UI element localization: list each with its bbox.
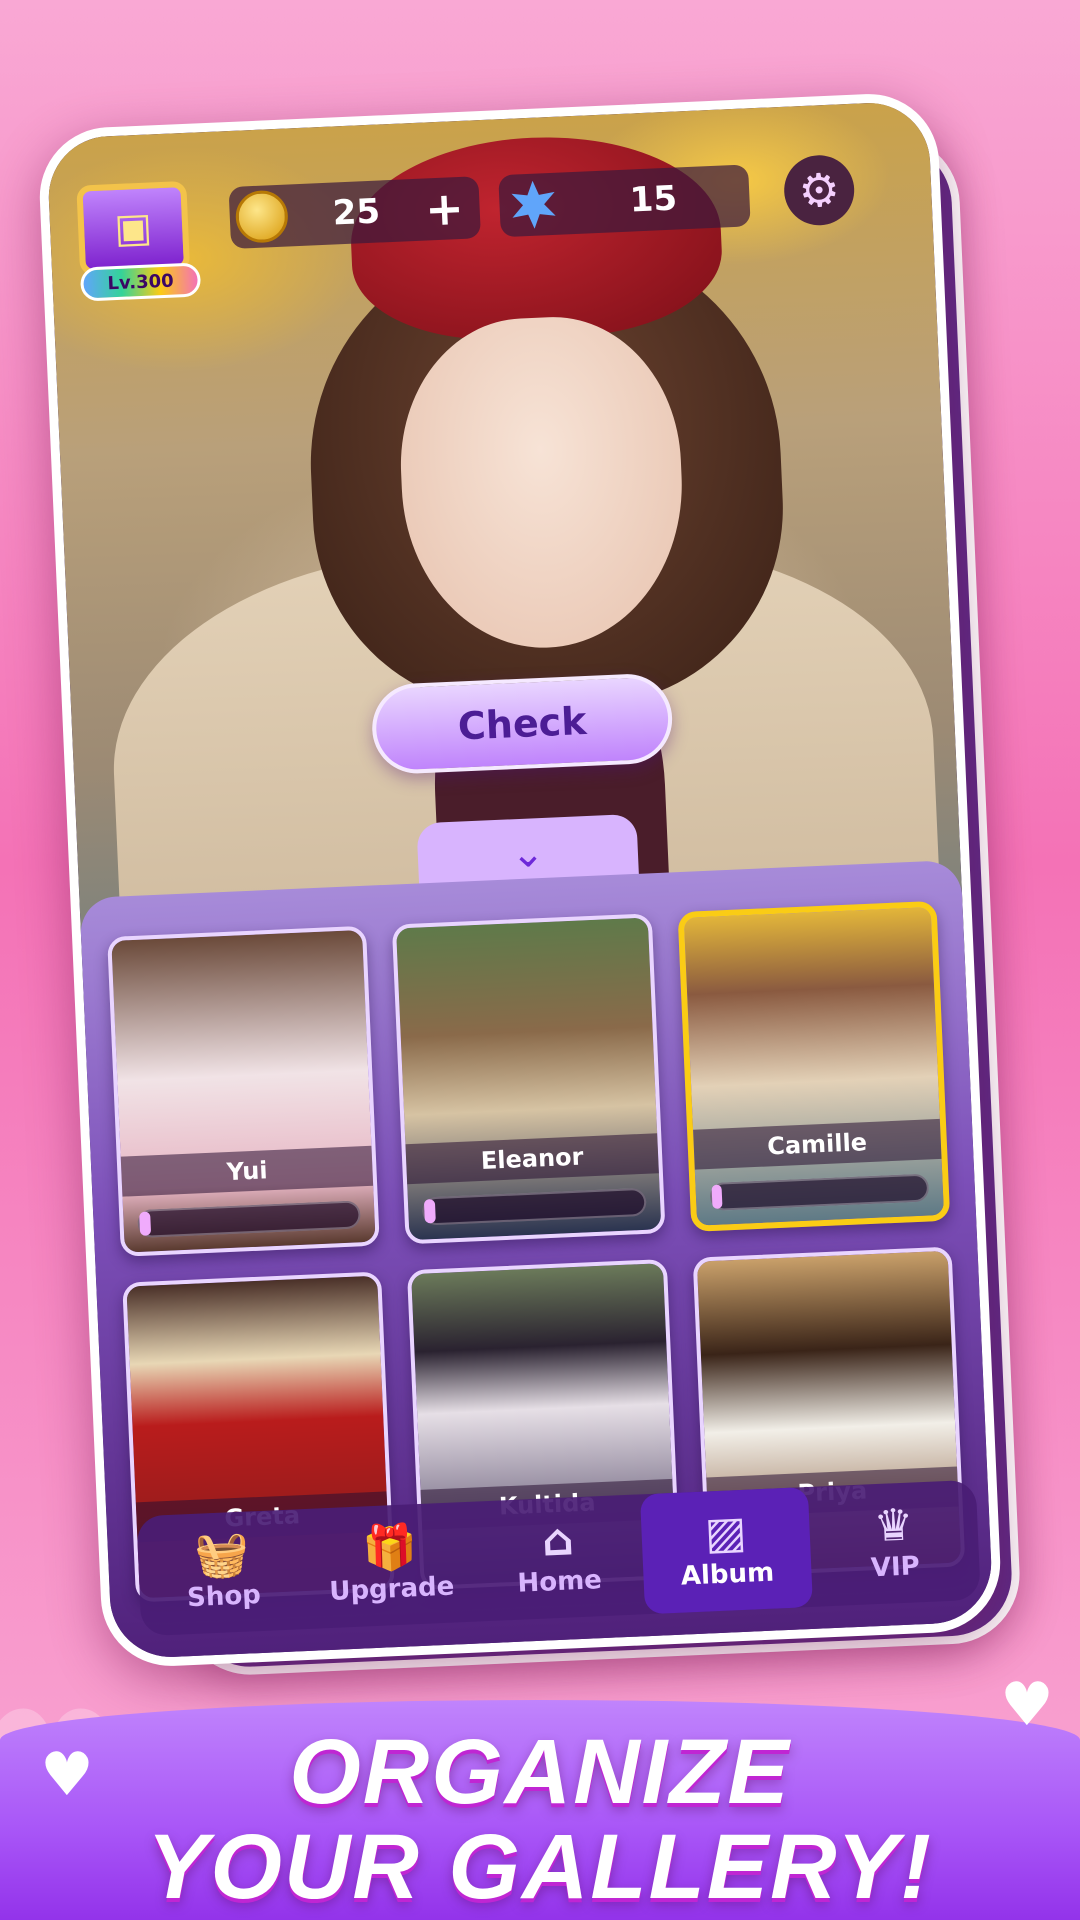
nav-label: Shop [186,1580,262,1614]
coin-value: 25 [331,191,381,234]
vip-crown-icon: ♛ [872,1499,915,1553]
nav-upgrade[interactable]: 🎁 Upgrade [304,1502,477,1629]
home-icon: ⌂ [540,1514,575,1567]
headline-line-1: ORGANIZE [289,1721,791,1823]
gift-icon: 🎁 [361,1521,419,1575]
star-gem-icon [509,180,559,230]
level-badge: Lv.300 [79,262,202,302]
nav-home[interactable]: ⌂ Home [472,1494,645,1621]
card-progress-fill [711,1184,723,1209]
treasure-chest-icon[interactable]: ▣ [76,180,191,276]
gallery-icon: ▨ [703,1506,748,1560]
album-card-eleanor[interactable]: Eleanor [392,913,666,1245]
basket-icon: 🧺 [193,1528,251,1582]
album-card-camille[interactable]: Camille [677,900,951,1232]
nav-label: Home [516,1565,603,1599]
add-coins-button[interactable]: + [424,181,465,237]
nav-label: Album [680,1557,775,1592]
coin-counter[interactable]: 25 + [228,176,481,249]
album-card-yui[interactable]: Yui [107,925,381,1257]
nav-album[interactable]: ▨ Album [639,1487,813,1615]
check-button[interactable]: Check [370,672,675,776]
coin-icon [234,189,289,244]
nav-shop[interactable]: 🧺 Shop [136,1509,309,1636]
phone-frame: ▣ Lv.300 25 + 15 ⚙ Check ⌄ Yui Eleanor C… [36,91,1004,1669]
nav-label: VIP [870,1551,921,1584]
headline-line-2: YOUR GALLERY! [147,1816,933,1918]
nav-vip[interactable]: ♛ VIP [808,1480,981,1607]
card-progress-fill [424,1199,437,1224]
card-progress-fill [139,1211,152,1236]
nav-label: Upgrade [328,1571,455,1607]
gem-counter: 15 [498,164,751,238]
gem-value: 15 [628,178,678,221]
